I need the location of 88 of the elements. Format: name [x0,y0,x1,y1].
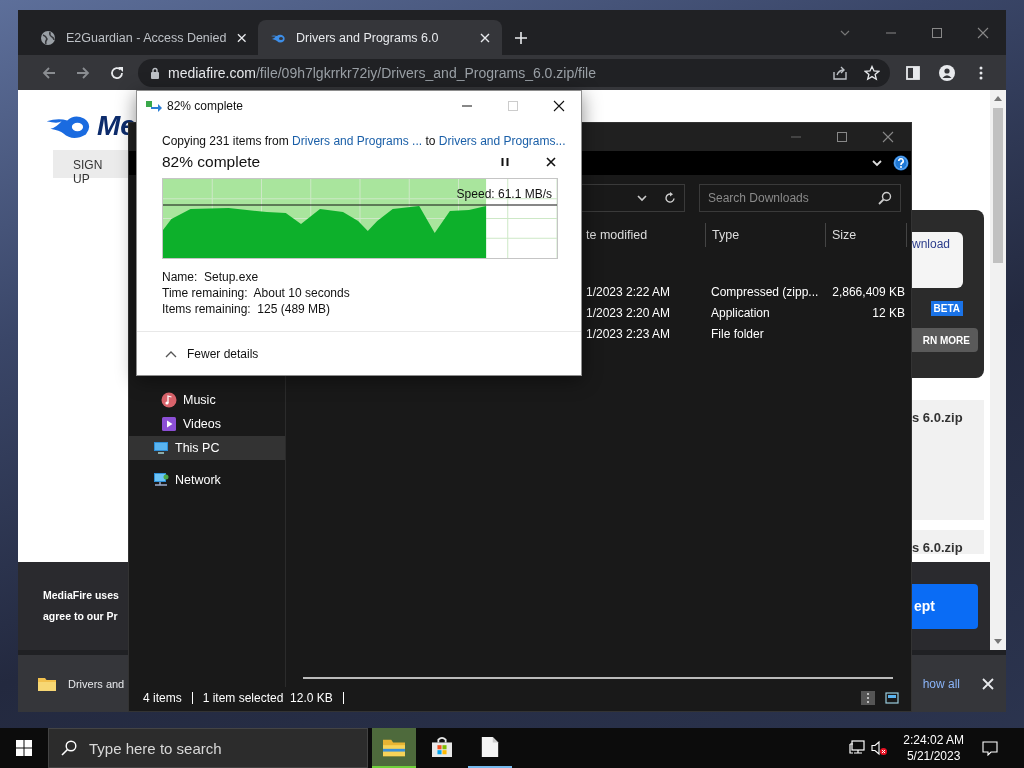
status-text: 4 items [143,691,182,705]
copy-progress-icon [146,99,162,113]
side-panel-icon[interactable] [905,64,921,81]
table-cell-text: 2,866,409 KB [831,284,906,299]
music-note-icon [161,392,177,408]
download-item[interactable]: Drivers and [68,677,125,690]
address-field[interactable]: mediafire.com/file/09h7lgkrrkr72iy/Drivers_and_Programs_6.0.zip/file [138,58,890,87]
maximize-icon[interactable] [931,26,943,39]
file-name: s 6.0.zip [912,410,963,425]
download-button[interactable]: wnload [912,232,963,288]
beta-badge: BETA [930,300,963,316]
window-title: 82% complete [167,99,244,113]
windows-logo-icon[interactable] [16,740,32,756]
detail-line: Time remaining: About 10 seconds [162,285,351,301]
column-header[interactable]: Size [825,223,907,247]
scroll-down-icon[interactable] [994,639,1002,645]
progress-heading: 82% complete [162,153,261,171]
star-icon[interactable] [864,64,880,81]
browser-tab[interactable]: Drivers and Programs 6.0 [258,20,502,55]
details-view-icon[interactable] [861,691,875,705]
search-input[interactable]: Type here to search [89,739,367,757]
accept-button[interactable]: ept [912,583,978,629]
shopping-bag-icon [431,737,453,757]
cookie-text: MediaFire uses [43,588,119,603]
globe-icon [40,29,56,46]
source-link[interactable]: Drivers and Programs ... [292,134,423,148]
speed-label: Speed: 61.1 MB/s [456,187,552,201]
video-icon [161,416,177,432]
detail-line: Items remaining: 125 (489 MB) [162,301,332,317]
chevron-down-icon[interactable] [636,192,648,204]
scrollbar[interactable] [990,90,1006,650]
refresh-icon[interactable] [664,192,676,204]
notifications-icon[interactable] [982,740,998,756]
table-cell-text: 1/2023 2:20 AM [586,305,672,320]
cookie-text: agree to our Pr [43,609,119,624]
destination-link[interactable]: Drivers and Programs... [438,134,566,148]
clock-time[interactable]: 2:24:02 AM [903,732,964,748]
cancel-icon[interactable] [546,157,556,167]
scroll-up-icon[interactable] [994,95,1002,101]
browser-tab[interactable]: E2Guardian - Access Denied [28,20,258,55]
fewer-details-button[interactable]: Fewer details [163,344,261,363]
folder-icon [38,676,56,691]
document-icon [479,737,501,757]
column-header[interactable]: te modified [586,223,705,247]
horizontal-scrollbar[interactable] [303,677,893,679]
folder-icon [383,737,405,757]
maximize-icon [507,100,519,112]
muted-speaker-icon[interactable] [871,740,888,756]
profile-icon[interactable] [939,64,955,81]
nav-item[interactable]: Videos [129,412,285,436]
large-icons-view-icon[interactable] [885,691,899,705]
status-text: 1 item selected 12.0 KB [202,691,333,705]
search-input[interactable]: Search Downloads [708,191,878,205]
table-cell-text: 1/2023 2:22 AM [586,284,672,299]
nav-item[interactable]: This PC [129,436,285,460]
nav-item[interactable]: Music [129,388,285,412]
network-icon[interactable] [849,740,866,756]
search-box[interactable]: Search Downloads [699,184,901,212]
clock-date[interactable]: 5/21/2023 [906,748,961,764]
learn-more-button[interactable]: RN MORE [912,328,978,352]
file-name: s 6.0.zip [912,540,963,555]
search-box[interactable]: Type here to search [48,728,368,768]
table-cell-text: 1/2023 2:23 AM [586,326,672,341]
detail-line: Name: Setup.exe [162,269,260,285]
search-icon [61,740,77,756]
table-cell-text: File folder [710,326,765,341]
column-header[interactable]: Type [705,223,825,247]
table-cell-text: 12 KB [871,305,906,320]
forward-arrow-icon[interactable] [75,64,91,81]
reload-icon[interactable] [109,64,125,81]
lock-icon [150,66,160,79]
pause-icon[interactable] [500,157,510,167]
scroll-thumb[interactable] [993,108,1003,263]
close-icon[interactable] [553,100,565,112]
show-all-link[interactable]: how all [922,676,960,691]
table-cell-text: Compressed (zipp... [710,284,820,299]
monitor-icon [153,440,169,456]
back-arrow-icon[interactable] [41,64,57,81]
chevron-up-icon [165,349,177,358]
network-icon [153,472,169,488]
nav-item[interactable]: Network [129,468,285,492]
search-icon [878,191,892,205]
share-icon[interactable] [832,64,848,81]
maximize-icon[interactable] [836,131,848,143]
new-tab-icon[interactable] [514,30,528,45]
table-cell-text: Application [710,305,771,320]
help-icon[interactable] [893,155,909,171]
chevron-down-icon[interactable] [871,157,883,169]
